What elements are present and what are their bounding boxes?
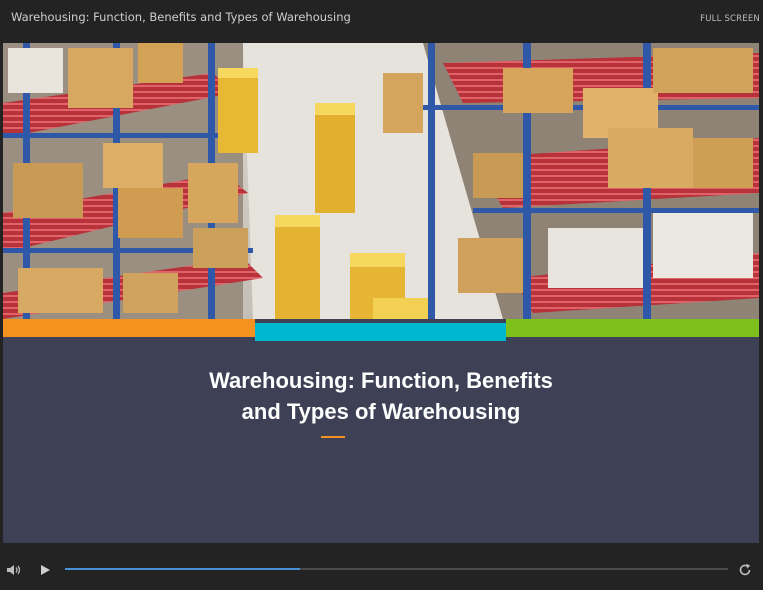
slide-title-line-1: Warehousing: Function, Benefits [209,368,553,393]
accent-bar-green [506,319,759,337]
replay-icon[interactable] [738,562,752,576]
title-bar: Warehousing: Function, Benefits and Type… [0,0,763,34]
accent-bar-cyan [255,323,506,341]
play-icon[interactable] [39,562,51,576]
player-controls [0,550,763,590]
hero-image [3,43,759,319]
slide-title-line-2: and Types of Warehousing [241,399,521,424]
slide: Warehousing: Function, Benefits and Type… [3,43,759,543]
accent-bar-orange [3,319,255,337]
title-underline [321,436,345,438]
fullscreen-button[interactable]: FULL SCREEN [700,14,760,24]
volume-icon[interactable] [6,562,22,576]
progress-bar[interactable] [65,568,728,570]
progress-fill [65,568,301,570]
slide-title: Warehousing: Function, Benefits and Type… [3,365,759,427]
window-title: Warehousing: Function, Benefits and Type… [11,10,351,24]
warehouse-illustration [3,43,759,319]
